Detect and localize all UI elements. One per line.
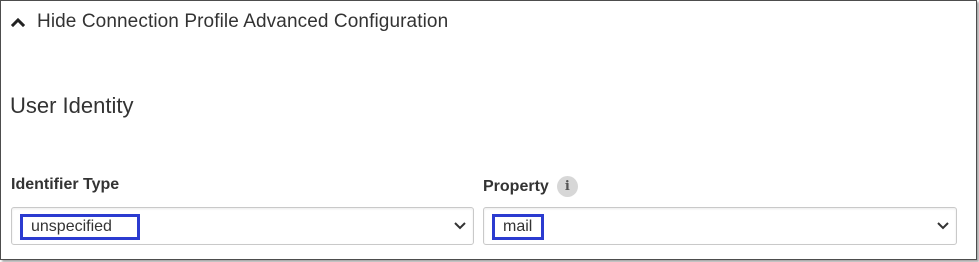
info-icon[interactable]: i [556,176,578,197]
property-value: mail [492,214,544,240]
property-label: Property i [483,176,578,197]
identifier-type-value: unspecified [20,214,140,240]
identifier-type-label: Identifier Type [11,176,120,193]
chevron-down-icon [454,222,466,230]
identifier-type-select[interactable]: unspecified [11,207,474,245]
chevron-down-icon [937,222,949,230]
toggle-label: Hide Connection Profile Advanced Configu… [37,11,449,32]
advanced-configuration-panel: Hide Connection Profile Advanced Configu… [0,0,977,260]
hide-advanced-configuration-toggle[interactable]: Hide Connection Profile Advanced Configu… [9,11,448,33]
property-select[interactable]: mail [483,207,957,245]
chevron-up-icon [9,15,27,29]
section-title: User Identity [10,93,134,118]
